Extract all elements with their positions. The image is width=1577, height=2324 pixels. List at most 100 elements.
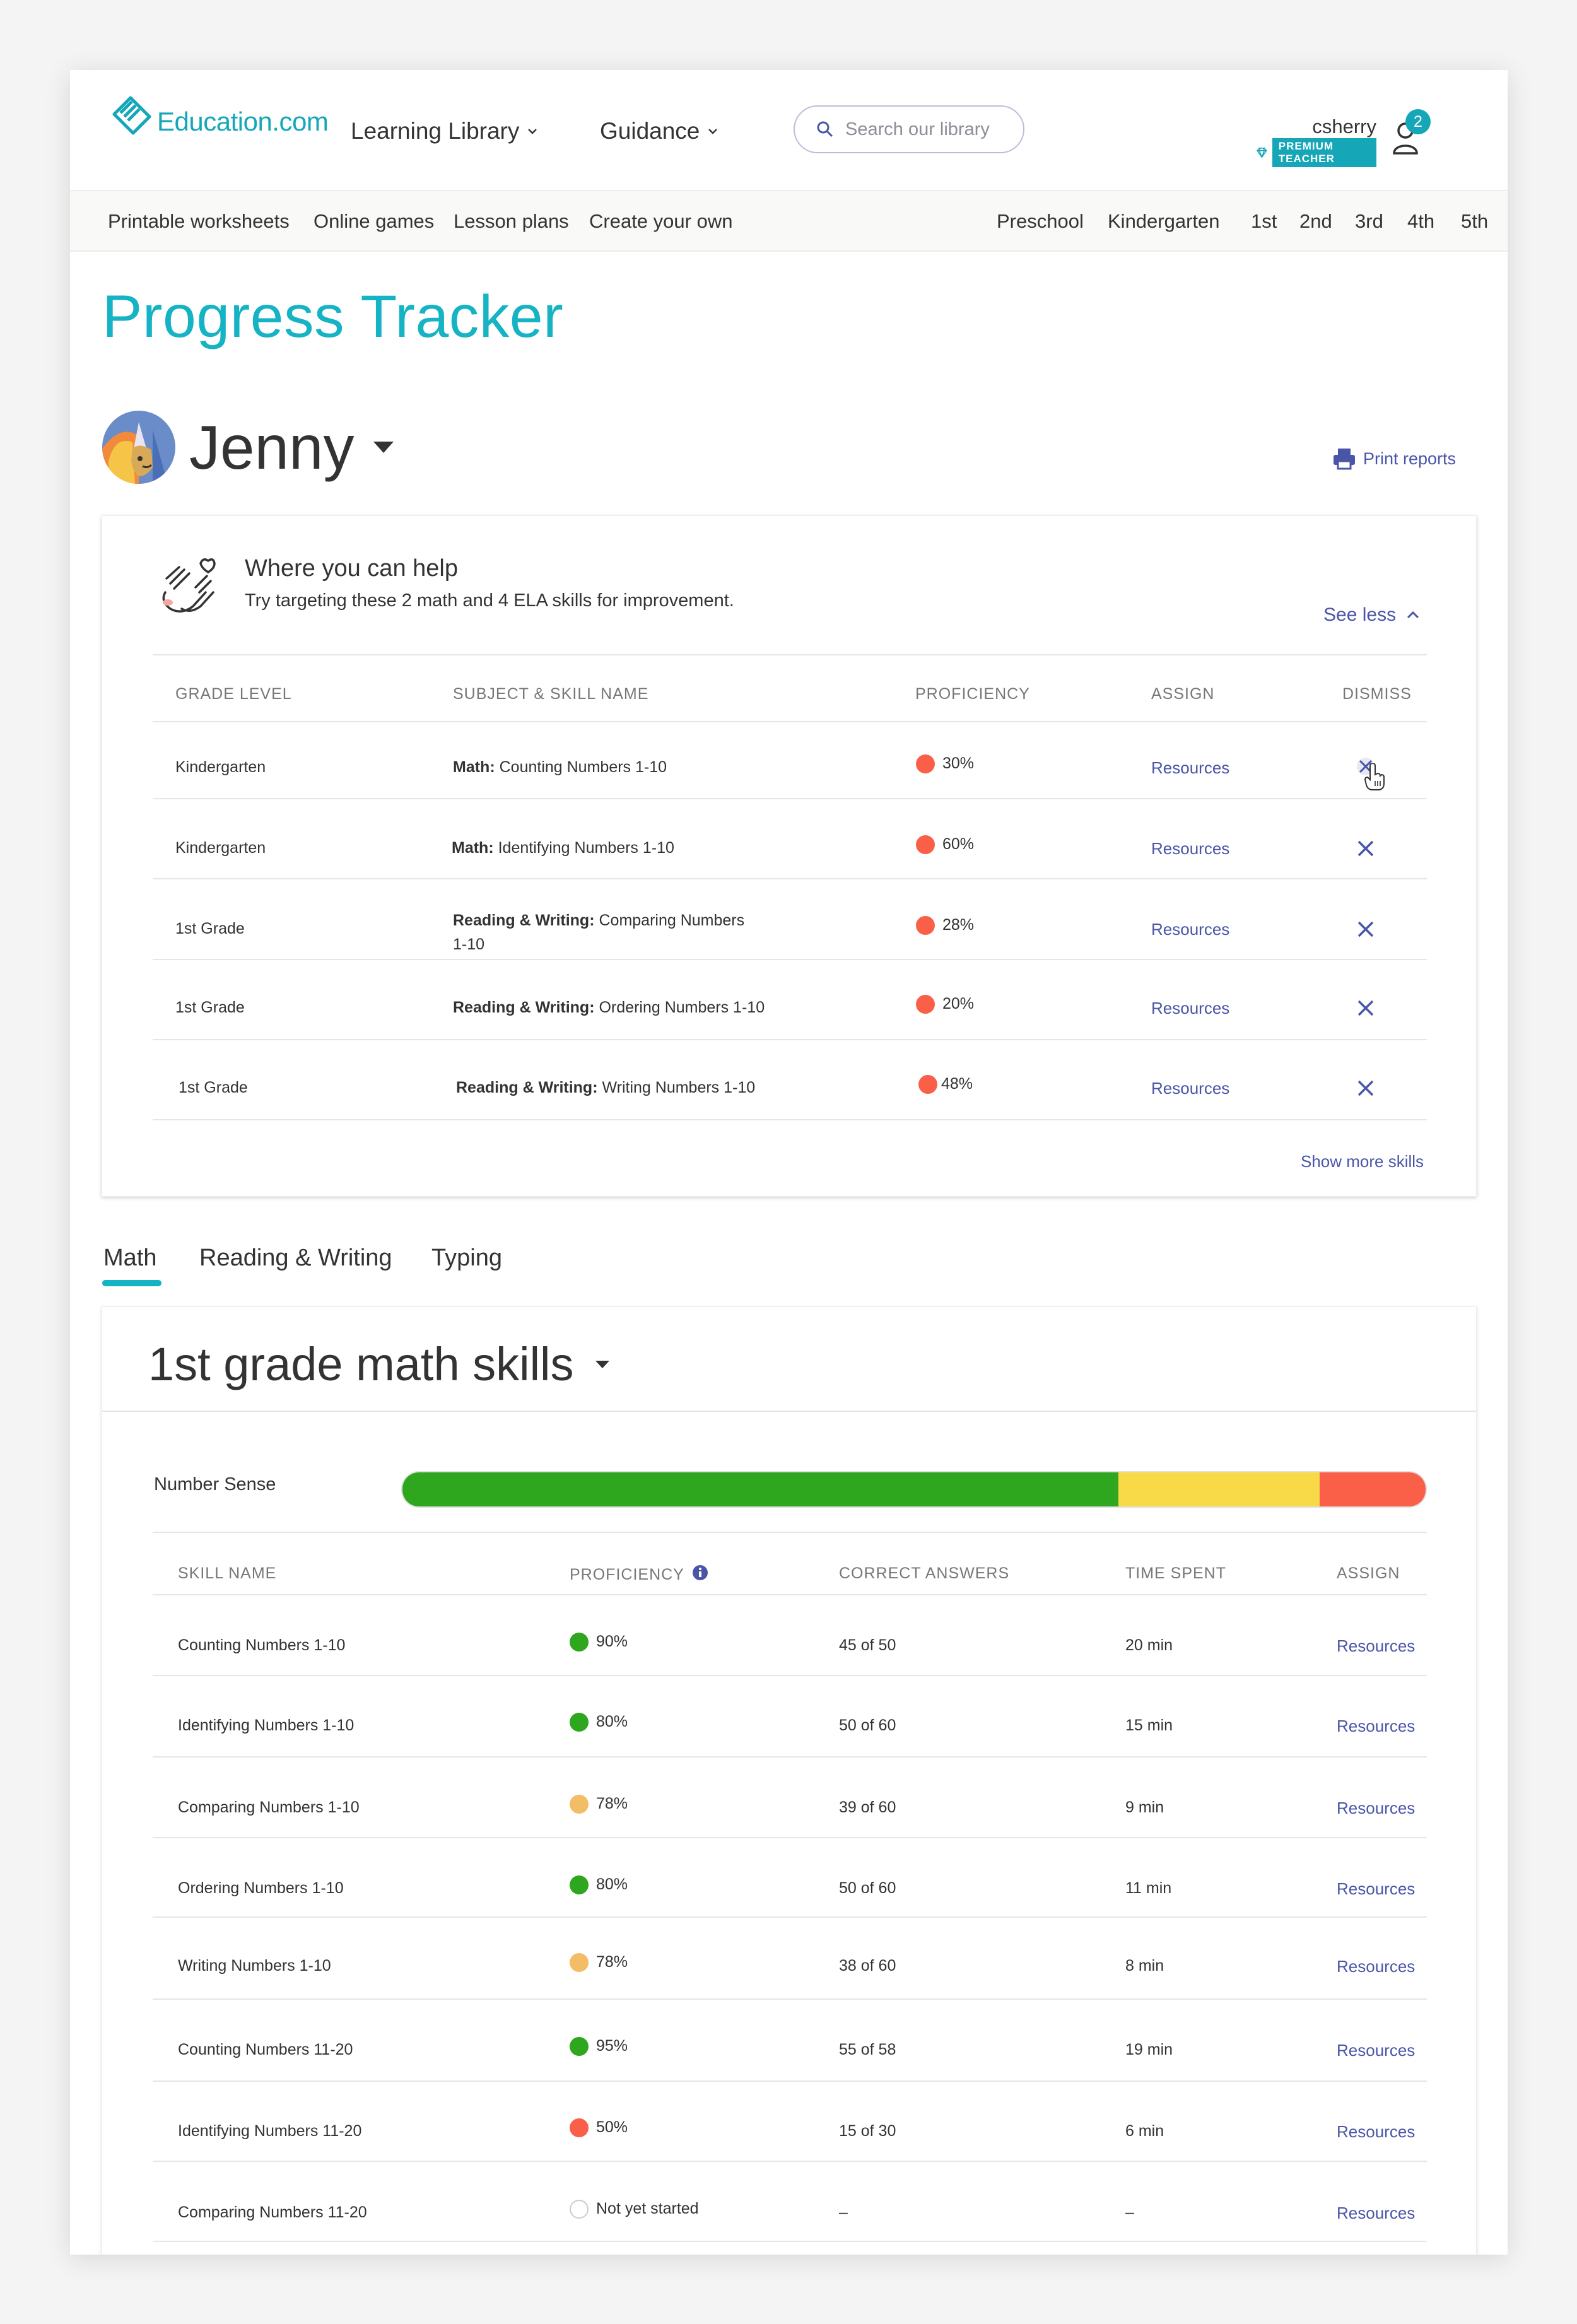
subnav-preschool[interactable]: Preschool: [997, 210, 1084, 233]
skill-name-cell: Identifying Numbers 1-10: [178, 1717, 355, 1734]
student-avatar-image: [102, 411, 175, 484]
resources-link[interactable]: Resources: [1337, 2041, 1415, 2060]
search-box[interactable]: [794, 105, 1024, 153]
proficiency-cell: 95%: [570, 2037, 628, 2057]
see-less-label: See less: [1323, 604, 1397, 625]
correct-answers-cell: 45 of 50: [839, 1636, 896, 1654]
resources-link[interactable]: Resources: [1337, 1636, 1415, 1656]
skill-cell: Reading & Writing: Comparing Numbers 1-10: [453, 908, 744, 956]
resources-link[interactable]: Resources: [1337, 2204, 1415, 2223]
proficiency-cell: 50%: [570, 2118, 628, 2138]
close-icon[interactable]: [1356, 999, 1375, 1018]
subject-label: Reading & Writing:: [456, 1079, 598, 1096]
time-spent-cell: 9 min: [1125, 1799, 1164, 1816]
time-spent-cell: 19 min: [1125, 2041, 1173, 2058]
skill-label: Writing Numbers 1-10: [602, 1079, 756, 1096]
skill-cell: Reading & Writing: Ordering Numbers 1-10: [453, 999, 765, 1017]
subnav-kindergarten[interactable]: Kindergarten: [1108, 210, 1220, 233]
status-dot: [570, 1953, 589, 1973]
user-menu[interactable]: csherry PREMIUM TEACHER 2: [1255, 105, 1470, 167]
student-selector[interactable]: Jenny: [102, 411, 395, 484]
proficiency-cell: 60%: [916, 835, 975, 855]
col-subject-skill: SUBJECT & SKILL NAME: [453, 685, 649, 703]
tab-typing[interactable]: Typing: [431, 1245, 502, 1272]
skill-name-cell: Comparing Numbers 11-20: [178, 2204, 367, 2221]
subnav-printable-worksheets[interactable]: Printable worksheets: [108, 210, 290, 233]
resources-link[interactable]: Resources: [1337, 1799, 1415, 1818]
table-divider: [153, 654, 1427, 655]
proficiency-cell: 78%: [570, 1953, 628, 1973]
resources-link[interactable]: Resources: [1337, 2122, 1415, 2142]
see-less-button[interactable]: See less: [1323, 604, 1420, 626]
skill-name-cell: Counting Numbers 1-10: [178, 1636, 346, 1654]
help-title: Where you can help: [245, 555, 458, 582]
correct-answers-cell: 38 of 60: [839, 1957, 896, 1975]
table-divider: [153, 1837, 1427, 1838]
proficiency-value: 80%: [596, 1713, 628, 1730]
active-tab-indicator: [102, 1280, 161, 1286]
correct-answers-cell: 50 of 60: [839, 1717, 896, 1734]
subnav-1st[interactable]: 1st: [1251, 210, 1277, 233]
proficiency-cell: 48%: [918, 1075, 973, 1095]
table-divider: [153, 1119, 1427, 1120]
proficiency-cell: 30%: [916, 754, 974, 774]
skill-name-cell: Counting Numbers 11-20: [178, 2041, 353, 2058]
nav-label: Learning Library: [351, 118, 520, 144]
caret-down-icon[interactable]: [372, 440, 395, 454]
correct-answers-cell: 55 of 58: [839, 2041, 896, 2058]
table-divider: [153, 2241, 1427, 2242]
notification-badge[interactable]: 2: [1405, 109, 1431, 134]
logo-text: Education.com: [157, 107, 329, 136]
subnav-5th[interactable]: 5th: [1461, 210, 1488, 233]
resources-link[interactable]: Resources: [1337, 1957, 1415, 1976]
status-dot: [916, 754, 935, 774]
premium-label: PREMIUM TEACHER: [1272, 138, 1376, 167]
col-proficiency: PROFICIENCY: [570, 1564, 708, 1584]
info-icon[interactable]: [692, 1564, 708, 1581]
resources-link[interactable]: Resources: [1337, 1879, 1415, 1899]
logo[interactable]: Education.com: [105, 93, 329, 143]
progress-segment-yellow: [1118, 1472, 1320, 1506]
resources-link[interactable]: Resources: [1151, 920, 1229, 939]
proficiency-cell: 78%: [570, 1795, 628, 1814]
resources-link[interactable]: Resources: [1151, 839, 1229, 859]
tab-reading-writing[interactable]: Reading & Writing: [199, 1245, 392, 1272]
student-name: Jenny: [189, 412, 355, 482]
nav-guidance[interactable]: Guidance: [600, 118, 718, 144]
show-more-skills-link[interactable]: Show more skills: [1301, 1152, 1424, 1171]
subject-label: Math:: [453, 758, 495, 776]
tab-math[interactable]: Math: [103, 1245, 156, 1272]
print-reports-button[interactable]: Print reports: [1332, 446, 1456, 471]
skill-name-cell: Ordering Numbers 1-10: [178, 1879, 344, 1897]
app-window: Education.com Learning Library Guidance …: [70, 70, 1508, 2255]
number-sense-progress-bar: [401, 1471, 1427, 1508]
subnav-create-your-own[interactable]: Create your own: [589, 210, 732, 233]
subnav-online-games[interactable]: Online games: [314, 210, 434, 233]
close-icon[interactable]: [1356, 920, 1375, 939]
close-icon[interactable]: [1356, 1079, 1375, 1098]
resources-link[interactable]: Resources: [1151, 1079, 1229, 1098]
nav-learning-library[interactable]: Learning Library: [351, 118, 538, 144]
proficiency-value: 80%: [596, 1875, 628, 1893]
search-input[interactable]: [844, 118, 1023, 141]
proficiency-cell: 20%: [916, 995, 974, 1014]
resources-link[interactable]: Resources: [1151, 758, 1229, 778]
subnav-3rd[interactable]: 3rd: [1355, 210, 1383, 233]
progress-segment-red: [1320, 1472, 1426, 1506]
grade-cell: 1st Grade: [179, 1079, 248, 1096]
top-header: Education.com Learning Library Guidance …: [70, 70, 1508, 190]
resources-link[interactable]: Resources: [1337, 1717, 1415, 1736]
progress-segment-green: [402, 1472, 1118, 1506]
resources-link[interactable]: Resources: [1151, 999, 1229, 1018]
col-proficiency: PROFICIENCY: [915, 685, 1030, 703]
subnav-4th[interactable]: 4th: [1407, 210, 1434, 233]
table-divider: [153, 1998, 1427, 2000]
subject-label: Reading & Writing:: [453, 999, 595, 1016]
skills-grade-selector[interactable]: 1st grade math skills: [148, 1337, 611, 1391]
subnav-lesson-plans[interactable]: Lesson plans: [454, 210, 569, 233]
close-icon[interactable]: [1356, 839, 1375, 858]
subnav-2nd[interactable]: 2nd: [1299, 210, 1332, 233]
status-dot: [570, 2037, 589, 2057]
proficiency-value: 60%: [942, 835, 975, 853]
hand-cursor-icon: [1364, 763, 1385, 790]
